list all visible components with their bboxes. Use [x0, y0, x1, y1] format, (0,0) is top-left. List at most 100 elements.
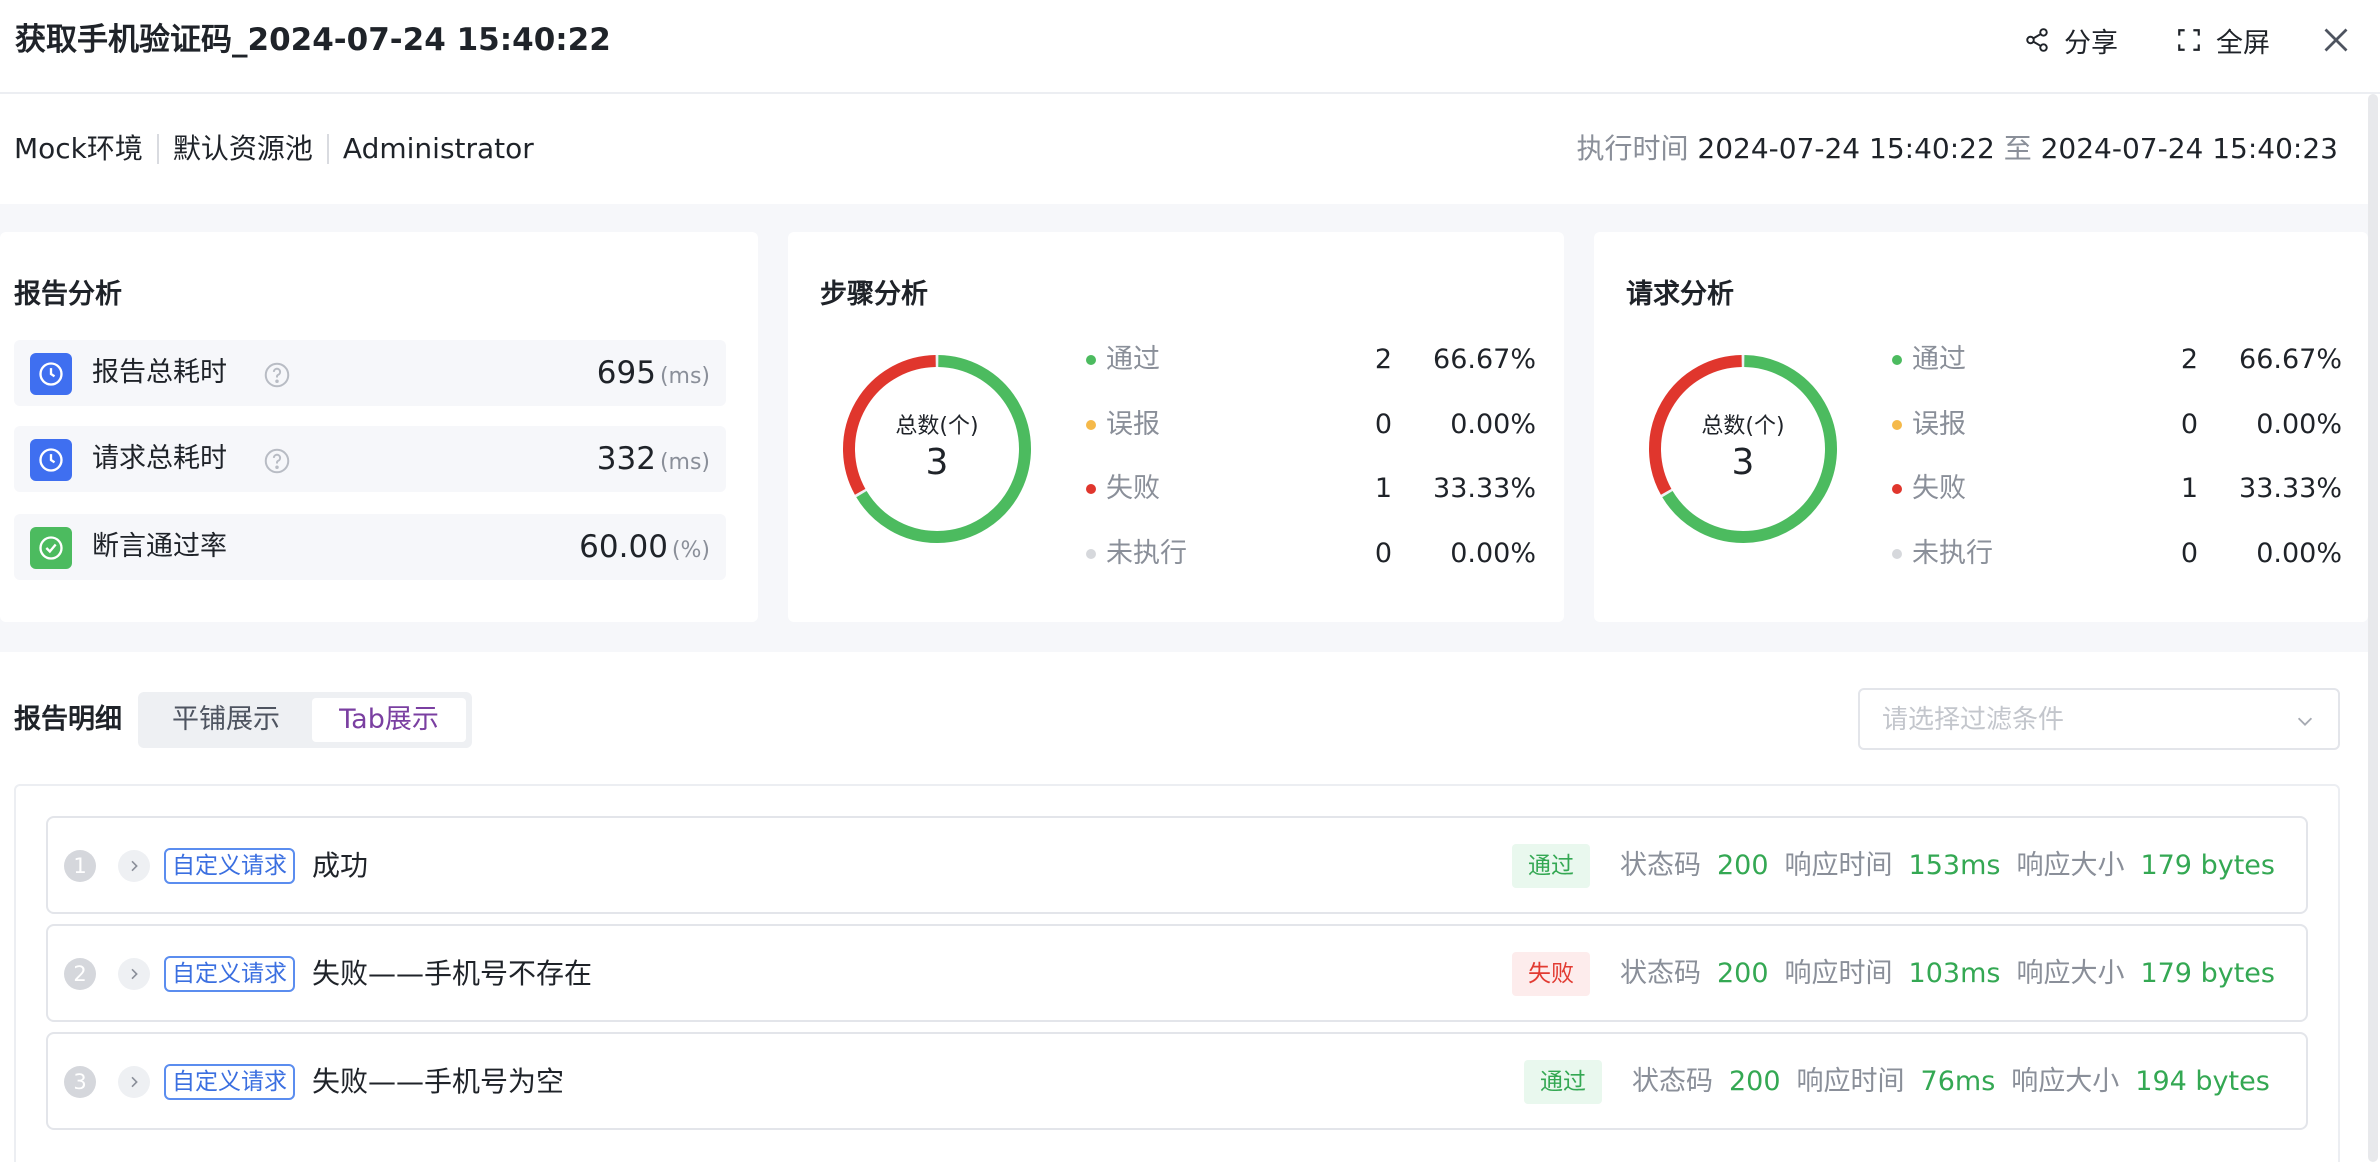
share-icon: [2026, 28, 2048, 52]
legend-row-pass: 通过 2 66.67%: [1086, 340, 1536, 380]
fullscreen-button[interactable]: 全屏: [2176, 20, 2270, 60]
response-size-value: 179 bytes: [2140, 958, 2275, 989]
step-index: 1: [64, 850, 96, 882]
status-code-value: 200: [1717, 850, 1769, 881]
chevron-right-icon: [131, 1076, 138, 1088]
response-size-value: 179 bytes: [2140, 850, 2275, 881]
chevron-down-icon: [2297, 717, 2313, 726]
step-name: 失败——手机号为空: [312, 1065, 565, 1098]
legend-name: 未执行: [1106, 538, 1187, 569]
environment-info: Mock环境 默认资源池 Administrator: [14, 132, 534, 166]
table-row[interactable]: 2 自定义请求 失败——手机号不存在 失败 状态码 200 响应时间 103ms 响应大…: [46, 924, 2308, 1022]
legend-row-pass: 通过 2 66.67%: [1892, 340, 2342, 380]
execution-time: 执行时间 2024-07-24 15:40:22 至 2024-07-24 15…: [1576, 132, 2338, 166]
environment-name: Mock环境: [14, 132, 143, 165]
divider: [156, 134, 159, 164]
tab-flat-view[interactable]: 平铺展示: [144, 698, 308, 742]
clock-icon: [30, 353, 72, 395]
request-donut-chart: 总数(个) 3: [1646, 352, 1840, 546]
legend-dot: [1086, 420, 1096, 430]
metric-request-duration: 请求总耗时 332 (ms): [14, 426, 726, 492]
legend-row-false-positive: 误报 0 0.00%: [1892, 405, 2342, 445]
legend-row-fail: 失败 1 33.33%: [1892, 469, 2342, 509]
legend-percent: 33.33%: [2239, 473, 2342, 504]
help-icon[interactable]: [262, 446, 292, 476]
legend-name: 误报: [1912, 409, 1966, 440]
legend-name: 未执行: [1912, 538, 1993, 569]
table-row[interactable]: 1 自定义请求 成功 通过 状态码 200 响应时间 153ms 响应大小 179 byt…: [46, 816, 2308, 914]
expand-button[interactable]: [118, 850, 150, 882]
report-analysis-card: 报告分析 报告总耗时 695 (ms) 请求总耗时 332 (ms) 断言通过率 6…: [0, 232, 758, 622]
tab-tab-view[interactable]: Tab展示: [312, 698, 466, 742]
legend-percent: 33.33%: [1433, 473, 1536, 504]
legend-name: 失败: [1106, 473, 1160, 504]
chevron-right-icon: [131, 968, 138, 980]
response-size-label: 响应大小: [2011, 1066, 2120, 1097]
legend-row-fail: 失败 1 33.33%: [1086, 469, 1536, 509]
metric-report-duration: 报告总耗时 695 (ms): [14, 340, 726, 406]
step-metrics: 状态码 200 响应时间 76ms 响应大小 194 bytes: [1632, 1063, 2270, 1101]
step-donut-chart: 总数(个) 3: [840, 352, 1034, 546]
legend-percent: 66.67%: [1433, 344, 1536, 375]
legend-dot: [1086, 355, 1096, 365]
legend-percent: 66.67%: [2239, 344, 2342, 375]
donut-total-value: 3: [925, 442, 949, 483]
exec-to-label: 至: [2003, 132, 2032, 165]
metric-value: 695 (ms): [596, 355, 710, 391]
legend-percent: 0.00%: [2256, 409, 2342, 440]
help-icon[interactable]: [262, 360, 292, 390]
status-badge: 失败: [1512, 952, 1590, 996]
metric-label: 请求总耗时: [92, 443, 227, 474]
step-analysis-card: 步骤分析 总数(个) 3 通过 2 66.67% 误报 0 0.00% 失败 1 33.33…: [788, 232, 1564, 622]
close-icon[interactable]: [2318, 22, 2354, 58]
status-code-value: 200: [1729, 1066, 1781, 1097]
fullscreen-icon: [2178, 29, 2200, 51]
legend-row-false-positive: 误报 0 0.00%: [1086, 405, 1536, 445]
share-button[interactable]: 分享: [2024, 20, 2118, 60]
filter-placeholder: 请选择过滤条件: [1882, 705, 2065, 735]
analysis-section: 报告分析 报告总耗时 695 (ms) 请求总耗时 332 (ms) 断言通过率 6…: [0, 204, 2368, 652]
legend-count: 0: [1374, 538, 1392, 569]
clock-icon: [30, 439, 72, 481]
check-circle-icon: [30, 527, 72, 569]
exec-end-time: 2024-07-24 15:40:23: [2040, 132, 2338, 165]
donut-total-value: 3: [1731, 442, 1755, 483]
share-label: 分享: [2064, 27, 2118, 59]
status-code-label: 状态码: [1620, 850, 1701, 881]
divider: [326, 134, 329, 164]
request-type-tag: 自定义请求: [164, 956, 295, 992]
exec-time-label: 执行时间: [1576, 132, 1689, 165]
filter-select[interactable]: 请选择过滤条件: [1858, 688, 2340, 750]
step-name: 成功: [312, 849, 369, 882]
metric-assertion-pass-rate: 断言通过率 60.00 (%): [14, 514, 726, 580]
response-time-value: 76ms: [1920, 1066, 1996, 1097]
status-code-value: 200: [1717, 958, 1769, 989]
legend-count: 0: [2180, 409, 2198, 440]
request-type-tag: 自定义请求: [164, 1064, 295, 1100]
legend-count: 0: [2180, 538, 2198, 569]
table-row[interactable]: 3 自定义请求 失败——手机号为空 通过 状态码 200 响应时间 76ms 响应大小 1…: [46, 1032, 2308, 1130]
vertical-scrollbar[interactable]: [2368, 94, 2378, 1162]
request-analysis-card: 请求分析 总数(个) 3 通过 2 66.67% 误报 0 0.00% 失败 1 33.33…: [1594, 232, 2368, 622]
view-mode-switch: 平铺展示 Tab展示: [138, 692, 472, 748]
legend-dot: [1892, 420, 1902, 430]
request-analysis-title: 请求分析: [1626, 279, 1734, 310]
fullscreen-label: 全屏: [2216, 27, 2270, 59]
legend-count: 1: [1374, 473, 1392, 504]
legend-count: 0: [1374, 409, 1392, 440]
legend-dot: [1086, 549, 1096, 559]
report-title: 获取手机验证码_2024-07-24 15:40:22: [15, 22, 611, 58]
response-time-label: 响应时间: [1784, 850, 1893, 881]
metric-value: 332 (ms): [596, 441, 710, 477]
response-size-label: 响应大小: [2016, 850, 2125, 881]
legend-percent: 0.00%: [2256, 538, 2342, 569]
response-time-value: 153ms: [1908, 850, 2001, 881]
report-detail-title: 报告明细: [14, 704, 122, 735]
expand-button[interactable]: [118, 1066, 150, 1098]
legend-dot: [1086, 484, 1096, 494]
expand-button[interactable]: [118, 958, 150, 990]
legend-name: 失败: [1912, 473, 1966, 504]
metric-value: 60.00 (%): [579, 529, 710, 565]
legend-name: 通过: [1912, 344, 1966, 375]
donut-total-label: 总数(个): [895, 414, 979, 439]
